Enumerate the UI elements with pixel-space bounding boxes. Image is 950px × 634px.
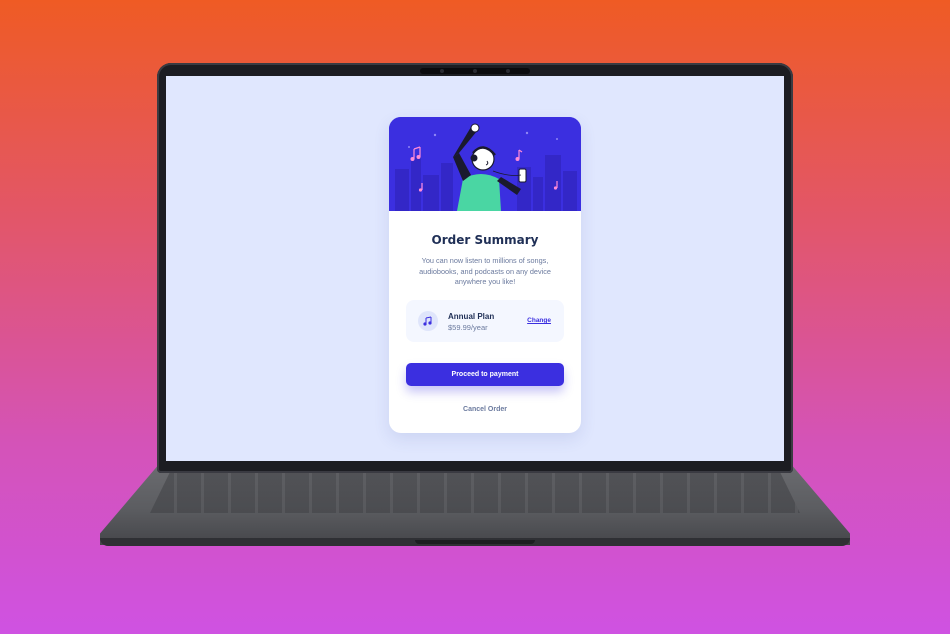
laptop-lid: Order Summary You can now listen to mill…	[157, 63, 793, 473]
laptop-keyboard	[150, 473, 800, 513]
dancing-person-illustration	[389, 117, 581, 211]
laptop-notch	[415, 540, 535, 544]
music-note-icon	[418, 311, 438, 331]
proceed-to-payment-button[interactable]: Proceed to payment	[406, 363, 564, 386]
order-summary-card: Order Summary You can now listen to mill…	[389, 117, 581, 433]
laptop-screen: Order Summary You can now listen to mill…	[166, 76, 784, 461]
page-title: Order Summary	[431, 233, 539, 247]
plan-price: $59.99/year	[448, 323, 488, 332]
plan-name: Annual Plan	[448, 312, 495, 321]
cancel-order-button[interactable]: Cancel Order	[435, 402, 535, 416]
change-plan-link[interactable]: Change	[527, 317, 551, 324]
camera-icon	[440, 69, 444, 73]
sensor-icon	[506, 69, 510, 73]
camera-lens-icon	[473, 69, 477, 73]
description-text: You can now listen to millions of songs,…	[419, 256, 551, 286]
plan-summary: Annual Plan $59.99/year Change	[406, 300, 564, 342]
hero-illustration	[389, 117, 581, 211]
webcam-bar	[420, 68, 530, 74]
